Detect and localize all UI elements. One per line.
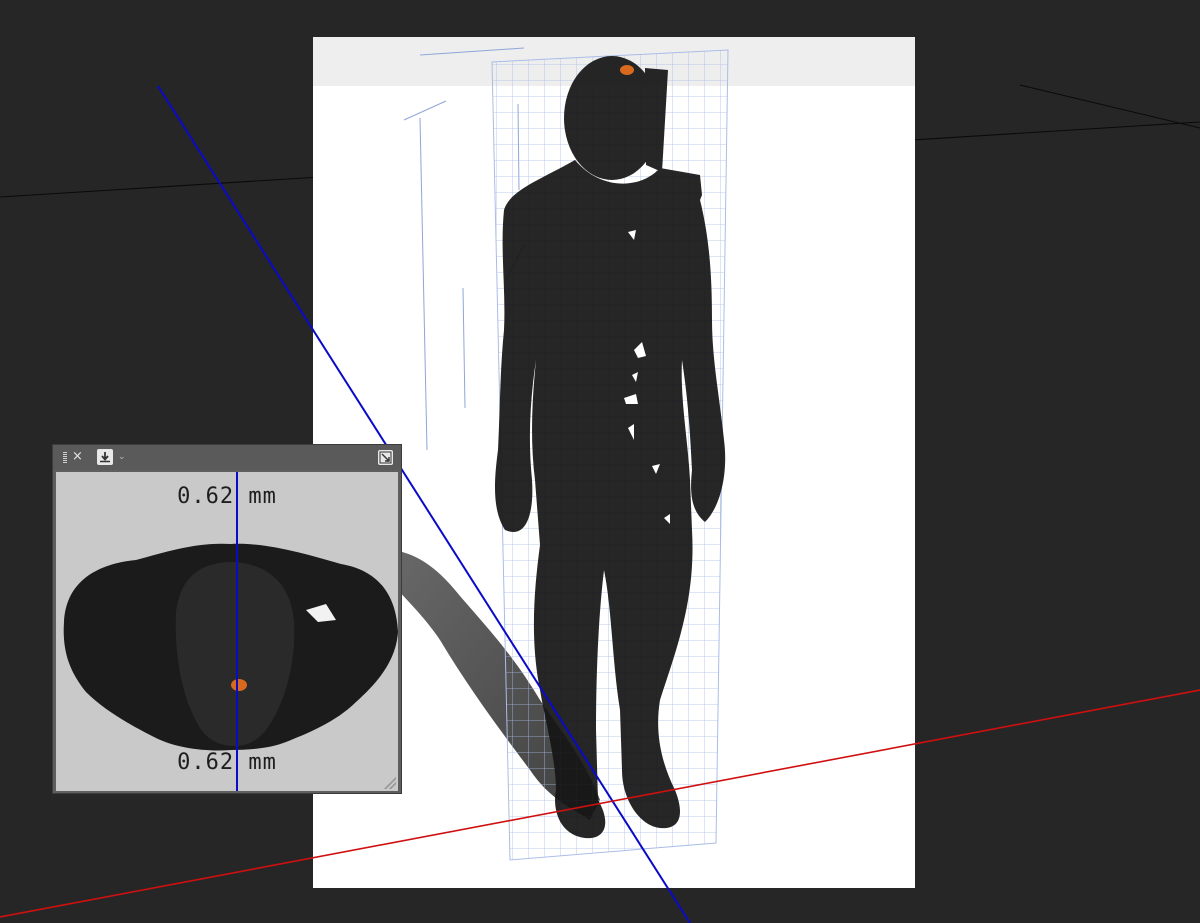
black-axis-line-right [1019,84,1200,129]
panel-titlebar[interactable]: × ⌄ [53,445,401,470]
top-down-marker [231,679,247,691]
top-down-view [63,472,398,791]
panel-preview-view[interactable]: 0.62 mm 0.62 mm [56,472,398,791]
preview-panel[interactable]: × ⌄ 0.62 mm 0.62 mm [52,444,402,794]
resize-handle[interactable] [384,777,396,789]
measurement-bottom: 0.62 mm [177,750,277,775]
export-icon[interactable] [378,450,393,465]
measurement-top: 0.62 mm [177,484,277,509]
panel-grip-handle[interactable] [63,452,67,463]
close-icon[interactable]: × [72,448,83,466]
head-marker [620,65,634,75]
download-icon[interactable] [97,449,113,465]
chevron-down-icon[interactable]: ⌄ [118,448,126,466]
